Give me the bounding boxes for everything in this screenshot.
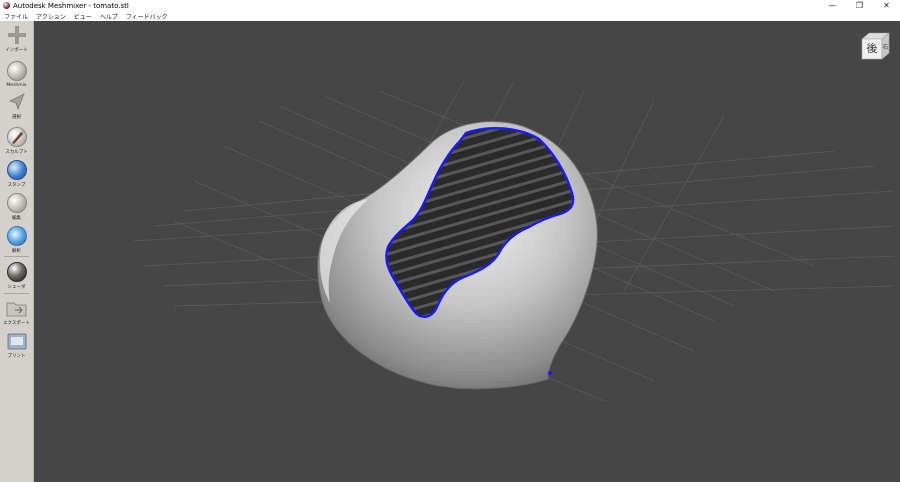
meshmix-sphere-icon	[6, 61, 27, 81]
close-button[interactable]: ✕	[873, 0, 900, 11]
toolbar-divider	[4, 293, 29, 294]
tool-export[interactable]: エクスポート	[0, 298, 33, 328]
title-bar: Autodesk Meshmixer - tomato.stl — ❐ ✕	[0, 0, 900, 11]
print-icon	[7, 333, 26, 350]
tool-meshmix[interactable]: Meshmix	[0, 59, 33, 89]
tool-shader[interactable]: シェーダ	[0, 260, 33, 290]
stamp-icon	[6, 160, 27, 180]
shader-sphere-icon	[6, 262, 27, 282]
window-title: Autodesk Meshmixer - tomato.stl	[13, 1, 129, 10]
sculpt-brush-icon	[6, 127, 27, 147]
tool-label: プリント	[7, 354, 26, 359]
export-folder-icon	[6, 302, 26, 317]
window-controls: — ❐ ✕	[819, 0, 900, 11]
tool-label: 解析	[12, 249, 21, 254]
restore-button[interactable]: ❐	[846, 0, 873, 11]
meshmixer-app-icon	[3, 2, 10, 9]
viewcube-face-label: 後	[867, 41, 878, 55]
tool-stamp[interactable]: スタンプ	[0, 158, 33, 188]
tool-label: スカルプト	[5, 150, 28, 155]
menu-actions[interactable]: アクション	[32, 12, 70, 21]
analysis-sphere-icon	[6, 226, 27, 246]
menu-file[interactable]: ファイル	[0, 12, 32, 21]
select-arrow-icon	[8, 93, 25, 111]
3d-viewport[interactable]: 後 右	[34, 21, 900, 482]
plus-icon	[7, 26, 26, 44]
tool-label: 編集	[12, 216, 21, 221]
view-cube[interactable]: 後 右	[860, 30, 890, 60]
left-toolbar: インポート Meshmix 選択 スカルプト スタンプ 編集 解析 シェーダ エ…	[0, 21, 34, 482]
menu-view[interactable]: ビュー	[70, 12, 96, 21]
tool-label: インポート	[5, 48, 28, 53]
minimize-button[interactable]: —	[819, 0, 846, 11]
tool-label: エクスポート	[3, 321, 30, 326]
edit-sphere-icon	[6, 193, 27, 213]
toolbar-divider	[4, 256, 29, 257]
tool-select[interactable]: 選択	[0, 92, 33, 122]
menu-help[interactable]: ヘルプ	[96, 12, 122, 21]
tool-edit[interactable]: 編集	[0, 191, 33, 221]
tool-analysis[interactable]: 解析	[0, 224, 33, 254]
tool-label: Meshmix	[6, 83, 27, 88]
tool-label: スタンプ	[7, 183, 26, 188]
tool-label: シェーダ	[7, 285, 26, 290]
boundary-mark	[548, 371, 552, 375]
viewcube-side-label: 右	[882, 43, 888, 51]
menu-bar: ファイル アクション ビュー ヘルプ フィードバック	[0, 11, 900, 21]
tool-sculpt[interactable]: スカルプト	[0, 125, 33, 155]
menu-feedback[interactable]: フィードバック	[122, 12, 172, 21]
scene[interactable]	[34, 21, 900, 482]
tool-label: 選択	[12, 115, 21, 120]
tool-print[interactable]: プリント	[0, 331, 33, 361]
tool-import[interactable]: インポート	[0, 25, 33, 55]
